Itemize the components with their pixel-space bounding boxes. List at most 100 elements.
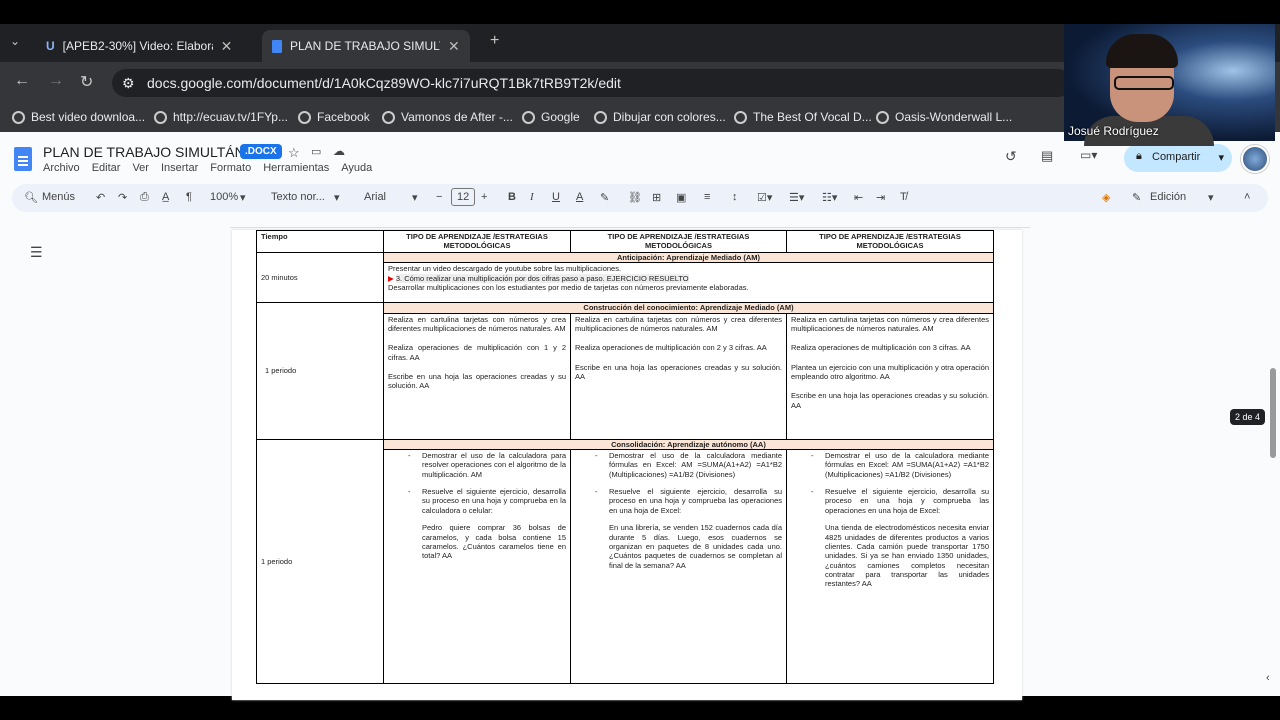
add-comment-icon[interactable]: ⊞ — [652, 191, 661, 204]
print-icon[interactable]: ⎙ — [140, 191, 149, 204]
folder-icon[interactable]: ▭ — [311, 145, 321, 158]
horizontal-ruler[interactable] — [230, 216, 1030, 228]
time-cell: 1 periodo — [256, 438, 384, 684]
avatar[interactable] — [1241, 145, 1269, 173]
paint-format-icon[interactable]: ¶ — [186, 191, 192, 203]
document-page[interactable]: Tiempo TIPO DE APRENDIZAJE /ESTRATEGIAS … — [232, 230, 1022, 700]
font-size-input[interactable]: 12 — [451, 188, 476, 206]
search-icon[interactable]: 🔍︎ — [24, 191, 38, 204]
spellcheck-icon[interactable]: A̲ — [162, 191, 169, 203]
menu-bar: Archivo Editar Ver Insertar Formato Herr… — [43, 162, 372, 174]
tab-title: PLAN DE TRABAJO SIMULTÁNEO — [290, 39, 440, 53]
zoom-select[interactable]: 100% — [210, 191, 238, 203]
numbered-list-icon[interactable]: ☷▾ — [822, 191, 837, 204]
editing-mode-select[interactable]: Edición — [1150, 191, 1186, 203]
menu-insertar[interactable]: Insertar — [161, 162, 198, 174]
globe-icon — [734, 110, 747, 124]
bulleted-list-icon[interactable]: ☰▾ — [789, 191, 804, 204]
font-select[interactable]: Arial — [364, 191, 386, 203]
document-title[interactable]: PLAN DE TRABAJO SIMULTÁNEO — [43, 144, 265, 160]
menu-formato[interactable]: Formato — [210, 162, 251, 174]
chevron-down-icon[interactable]: ▾ — [240, 191, 246, 204]
chevron-up-icon[interactable]: ˄ — [1244, 191, 1250, 203]
chevron-down-icon[interactable]: ▾ — [1218, 151, 1224, 164]
chevron-down-icon[interactable]: ▾ — [334, 191, 340, 204]
activity-line: ▶ 3. Cómo realizar una multiplicación po… — [388, 273, 989, 283]
link-icon[interactable]: ⛓ — [628, 191, 642, 204]
menu-archivo[interactable]: Archivo — [43, 162, 80, 174]
underline-icon[interactable]: U — [552, 191, 560, 203]
activity-text: Realiza operaciones de multiplicación co… — [791, 343, 971, 353]
chevron-left-icon[interactable]: ‹ — [1266, 672, 1270, 684]
scrollbar-thumb[interactable] — [1270, 368, 1276, 458]
star-icon[interactable]: ☆ — [288, 145, 300, 161]
activity-text: Plantea un ejercicio con una multiplicac… — [791, 362, 989, 381]
bookmark[interactable]: Google — [522, 110, 580, 124]
bookmark[interactable]: Oasis-Wonderwall L... — [876, 110, 1012, 124]
header-cell: TIPO DE APRENDIZAJE /ESTRATEGIAS METODOL… — [570, 230, 787, 253]
line-spacing-icon[interactable]: ↕ — [732, 191, 738, 203]
problem-text: Pedro quiere comprar 36 bolsas de carame… — [422, 523, 566, 561]
bookmark[interactable]: Best video downloa... — [12, 110, 145, 124]
menu-editar[interactable]: Editar — [92, 162, 121, 174]
tab-video[interactable]: U [APEB2-30%] Video: Elabora un ✕ — [36, 30, 242, 62]
decrease-size-icon[interactable]: − — [436, 191, 442, 203]
menus-search[interactable]: Menús — [42, 191, 75, 203]
align-icon[interactable]: ≡ — [704, 191, 710, 203]
section-heading: Construcción del conocimiento: Aprendiza… — [383, 302, 994, 314]
forward-icon[interactable]: → — [48, 72, 64, 90]
bookmark[interactable]: The Best Of Vocal D... — [734, 110, 872, 124]
reload-icon[interactable]: ↻ — [80, 72, 93, 92]
italic-icon[interactable]: I — [530, 191, 534, 203]
bold-icon[interactable]: B — [508, 191, 516, 203]
video-link[interactable]: 3. Cómo realizar una multiplicación por … — [395, 273, 689, 283]
webcam-overlay: Josué Rodríguez — [1064, 24, 1275, 146]
checklist-icon[interactable]: ☑▾ — [757, 191, 772, 204]
bookmark[interactable]: Facebook — [298, 110, 370, 124]
clear-format-icon[interactable]: T̸ — [900, 191, 907, 203]
cloud-icon[interactable]: ☁ — [333, 144, 345, 158]
activity-text: Realiza operaciones de multiplicación co… — [388, 343, 566, 362]
decrease-indent-icon[interactable]: ⇤ — [854, 191, 863, 204]
list-item: Demostrar el uso de la calculadora para … — [388, 451, 566, 479]
chevron-down-icon[interactable]: ▾ — [1208, 191, 1214, 204]
close-icon[interactable]: ✕ — [221, 38, 233, 55]
list-item: Demostrar el uso de la calculadora media… — [791, 451, 989, 479]
outline-icon[interactable]: ☰ — [30, 244, 43, 261]
close-icon[interactable]: ✕ — [448, 38, 460, 55]
site-info-icon[interactable]: ⚙ — [122, 75, 135, 92]
url-field[interactable]: ⚙ docs.google.com/document/d/1A0kCqz89WO… — [112, 69, 1072, 97]
bookmark[interactable]: Dibujar con colores... — [594, 110, 726, 124]
style-select[interactable]: Texto nor... — [271, 191, 325, 203]
problem-text: Una tienda de electrodomésticos necesita… — [825, 523, 989, 589]
increase-indent-icon[interactable]: ⇥ — [876, 191, 885, 204]
table-row: 20 minutos Anticipación: Aprendizaje Med… — [256, 251, 994, 304]
activity-cell: Realiza en cartulina tarjetas con número… — [383, 312, 571, 440]
undo-icon[interactable]: ↶ — [96, 191, 105, 204]
pencil-icon[interactable]: ✎ — [1132, 191, 1141, 204]
globe-icon — [876, 110, 889, 124]
back-icon[interactable]: ← — [14, 72, 30, 90]
bookmark[interactable]: Vamonos de After -... — [382, 110, 513, 124]
tab-list-icon[interactable]: ⌄ — [10, 34, 20, 48]
image-icon[interactable]: ▣ — [676, 191, 686, 204]
chevron-down-icon[interactable]: ▾ — [412, 191, 418, 204]
comment-icon[interactable]: ▤ — [1041, 148, 1053, 164]
gemini-icon[interactable]: ◈ — [1102, 191, 1110, 204]
redo-icon[interactable]: ↷ — [118, 191, 127, 204]
docs-logo-icon[interactable] — [14, 147, 32, 171]
new-tab-icon[interactable]: + — [490, 32, 499, 50]
menu-herramientas[interactable]: Herramientas — [263, 162, 329, 174]
menu-ver[interactable]: Ver — [132, 162, 149, 174]
history-icon[interactable]: ↺ — [1005, 148, 1017, 165]
menu-ayuda[interactable]: Ayuda — [341, 162, 372, 174]
bookmark[interactable]: http://ecuav.tv/1FYp... — [154, 110, 288, 124]
highlight-icon[interactable]: ✎ — [600, 191, 609, 204]
text-color-icon[interactable]: A — [576, 191, 583, 203]
tab-docs[interactable]: PLAN DE TRABAJO SIMULTÁNEO ✕ — [262, 30, 470, 62]
increase-size-icon[interactable]: + — [481, 191, 487, 203]
share-button[interactable]: 🔒︎ Compartir ▾ — [1124, 144, 1232, 172]
meet-icon[interactable]: ▭▾ — [1080, 148, 1097, 162]
activity-cell: Realiza en cartulina tarjetas con número… — [786, 312, 994, 440]
activity-text: Realiza en cartulina tarjetas con número… — [388, 314, 566, 333]
